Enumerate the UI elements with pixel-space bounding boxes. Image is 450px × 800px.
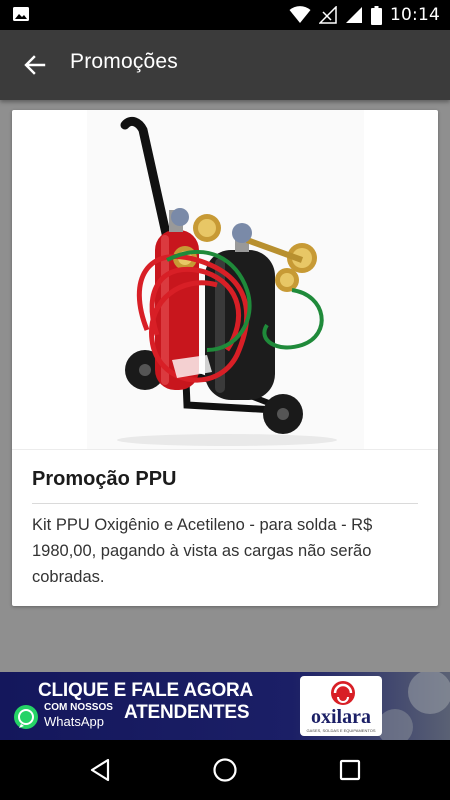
brand-name: oxilara — [311, 706, 371, 728]
status-icons: 10:14 — [289, 4, 440, 26]
brand-tagline: GASES, SOLDAS E EQUIPAMENTOS — [306, 728, 376, 733]
banner-whatsapp-label: WhatsApp — [44, 714, 104, 729]
banner-headline: CLIQUE E FALE AGORA — [38, 680, 254, 701]
nav-back-button[interactable] — [75, 750, 125, 790]
navigation-bar — [0, 740, 450, 800]
promotion-description: Kit PPU Oxigênio e Acetileno - para sold… — [32, 516, 373, 586]
recents-square-icon — [339, 759, 361, 781]
nav-recents-button[interactable] — [325, 750, 375, 790]
image-notification-icon — [13, 7, 29, 21]
product-image — [87, 110, 364, 449]
signal-icon — [346, 7, 362, 23]
no-signal-icon — [319, 6, 337, 24]
back-triangle-icon — [90, 758, 110, 782]
promotion-card[interactable]: Promoção PPU Kit PPU Oxigênio e Acetilen… — [12, 110, 438, 606]
page-title: Promoções — [70, 50, 179, 73]
app-bar: Promoções — [0, 30, 450, 100]
battery-icon — [371, 5, 382, 25]
status-time: 10:14 — [390, 5, 440, 25]
status-bar: 10:14 — [0, 0, 450, 30]
title-divider — [32, 503, 418, 504]
nav-home-button[interactable] — [200, 750, 250, 790]
whatsapp-banner[interactable]: CLIQUE E FALE AGORA COM NOSSOS WhatsApp … — [0, 672, 450, 740]
banner-sub-small: COM NOSSOS — [44, 702, 113, 713]
back-button[interactable] — [14, 44, 56, 86]
image-divider — [12, 449, 438, 450]
promotion-title: Promoção PPU — [32, 468, 177, 490]
arrow-back-icon — [24, 55, 46, 75]
home-circle-icon — [213, 758, 237, 782]
wifi-icon — [289, 6, 311, 23]
banner-sub-large: ATENDENTES — [124, 702, 250, 723]
